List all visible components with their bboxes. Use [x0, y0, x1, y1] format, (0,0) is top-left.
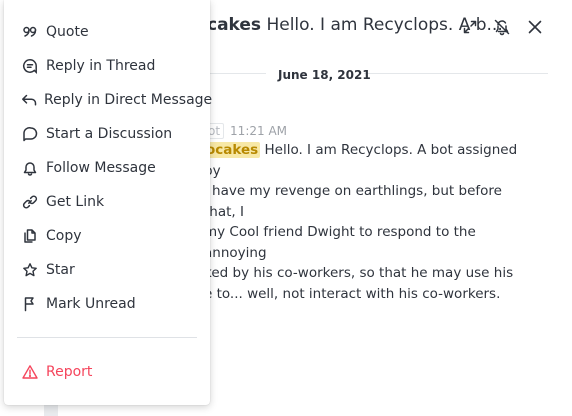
message-body: ocakes Hello. I am Recyclops. A bot assi… [204, 140, 534, 304]
menu-item-label: Quote [46, 24, 89, 40]
message-line: ked by his co-workers, so that he may us… [204, 265, 514, 281]
warning-icon [21, 363, 39, 381]
discussion-icon [21, 125, 39, 143]
menu-item-report[interactable]: Report [4, 355, 210, 389]
menu-item-mark-unread[interactable]: Mark Unread [4, 287, 210, 321]
message-line: ocakes Hello. I am Recyclops. A bot assi… [204, 140, 534, 181]
menu-item-label: Start a Discussion [46, 126, 173, 142]
date-divider-left [210, 73, 266, 74]
message-actions-menu: Quote Reply in Thread Reply in Direct Me… [4, 0, 213, 405]
reply-arrow-icon [21, 91, 37, 109]
message-meta: ot 11:21 AM [204, 123, 287, 139]
star-icon [21, 261, 39, 279]
menu-item-label: Mark Unread [46, 296, 136, 312]
menu-item-reply-thread[interactable]: Reply in Thread [4, 49, 210, 83]
menu-item-get-link[interactable]: Get Link [4, 185, 210, 219]
menu-item-label: Follow Message [46, 160, 156, 176]
menu-item-label: Reply in Thread [46, 58, 156, 74]
copy-icon [21, 227, 39, 245]
date-divider-right [364, 73, 548, 74]
menu-item-label: Copy [46, 228, 82, 244]
menu-item-quote[interactable]: Quote [4, 15, 210, 49]
bell-off-icon[interactable] [491, 16, 513, 38]
bell-icon [21, 159, 39, 177]
menu-item-label: Get Link [46, 194, 105, 210]
link-icon [21, 193, 39, 211]
thread-icon [21, 57, 39, 75]
thread-title-name: cakes [207, 15, 262, 35]
date-divider-label: June 18, 2021 [278, 68, 371, 82]
message-time[interactable]: 11:21 AM [230, 124, 287, 138]
close-icon[interactable] [524, 16, 546, 38]
expand-icon[interactable] [459, 16, 481, 38]
quote-icon [21, 23, 39, 41]
menu-item-reply-dm[interactable]: Reply in Direct Message [4, 83, 213, 117]
menu-separator [17, 337, 197, 338]
menu-item-star[interactable]: Star [4, 253, 210, 287]
menu-item-label: Reply in Direct Message [44, 92, 213, 108]
menu-item-label: Report [46, 364, 93, 380]
user-mention[interactable]: ocakes [204, 142, 261, 158]
message-line: l have my revenge on earthlings, but bef… [204, 183, 502, 220]
message-line: my Cool friend Dwight to respond to the … [204, 224, 476, 261]
flag-icon [21, 295, 39, 313]
menu-item-start-discussion[interactable]: Start a Discussion [4, 117, 210, 151]
message-line: e to... well, not interact with his co-w… [204, 285, 501, 302]
menu-item-follow[interactable]: Follow Message [4, 151, 210, 185]
menu-item-label: Star [46, 262, 75, 278]
menu-item-copy[interactable]: Copy [4, 219, 210, 253]
